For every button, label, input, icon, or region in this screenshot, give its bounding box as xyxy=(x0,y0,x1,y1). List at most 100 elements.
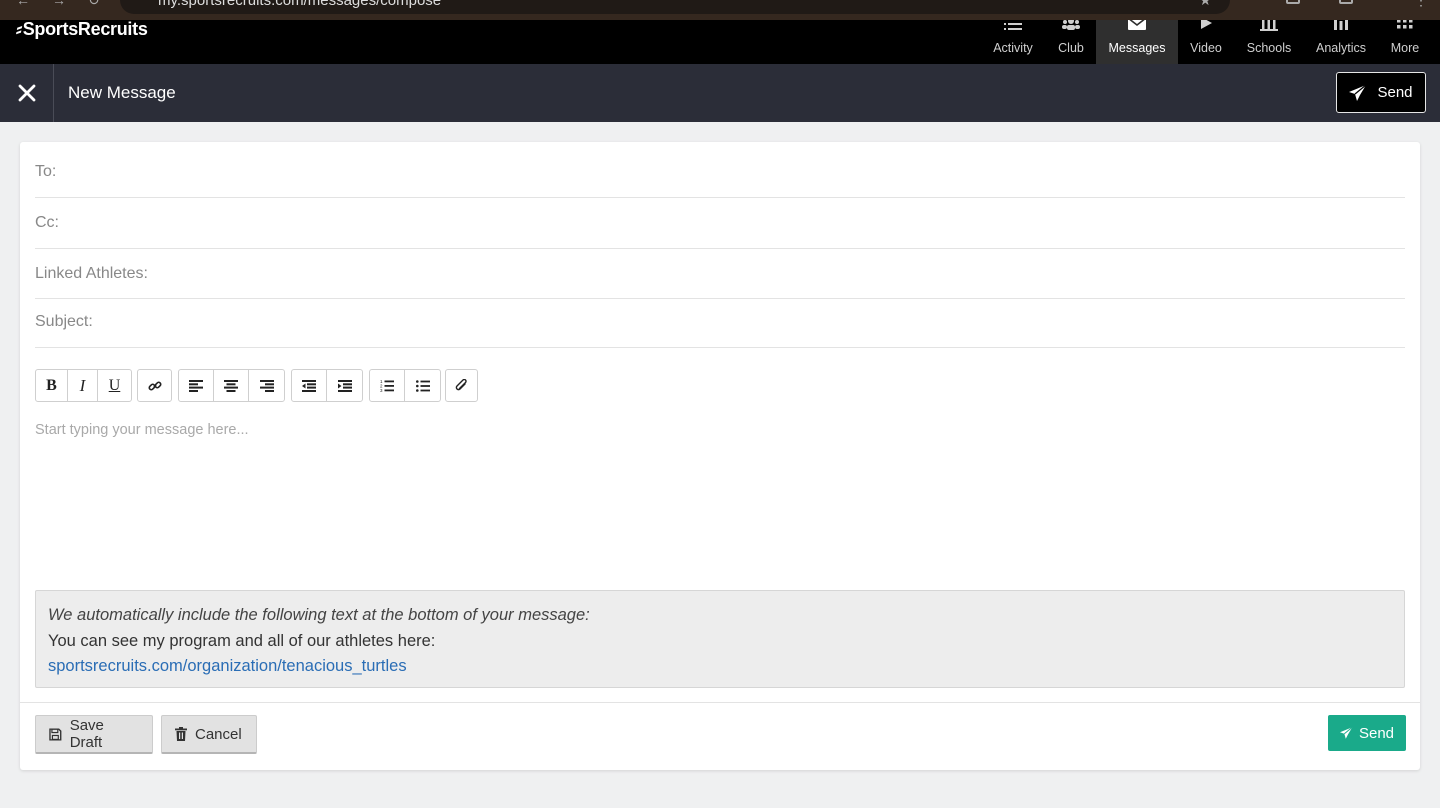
group-icon xyxy=(1050,18,1092,36)
paper-plane-icon xyxy=(1339,727,1353,739)
subject-field: Subject: xyxy=(35,299,1405,348)
attachment-group xyxy=(445,369,478,402)
send-button[interactable]: Send xyxy=(1328,715,1406,751)
nav-label: Analytics xyxy=(1315,41,1367,55)
page-title: New Message xyxy=(68,83,176,102)
ordered-list-button[interactable]: 123 xyxy=(370,370,405,401)
envelope-icon xyxy=(1096,17,1178,36)
nav-label: More xyxy=(1390,41,1420,55)
brand-logo[interactable]: ⸗SportsRecruits xyxy=(16,19,148,40)
browser-chrome: ← → ↻ my.sportsrecruits.com/messages/com… xyxy=(0,0,1440,20)
linked-athletes-field: Linked Athletes: xyxy=(35,249,1405,299)
nav-label: Schools xyxy=(1246,41,1292,55)
align-center-button[interactable] xyxy=(214,370,249,401)
save-draft-label: Save Draft xyxy=(69,717,104,751)
linked-athletes-input[interactable] xyxy=(165,262,1395,286)
message-body-editor[interactable]: Start typing your message here... xyxy=(35,422,1405,582)
forward-icon[interactable]: → xyxy=(52,0,66,8)
paperclip-icon xyxy=(455,378,467,390)
extension-icon[interactable] xyxy=(1286,0,1300,4)
outdent-button[interactable] xyxy=(292,370,327,401)
nav-item-video[interactable]: Video xyxy=(1182,17,1230,64)
compose-card: To: Cc: Linked Athletes: Subject: B I U xyxy=(20,142,1420,770)
nav-label: Club xyxy=(1058,41,1084,55)
nav-item-club[interactable]: Club xyxy=(1050,18,1092,64)
align-right-icon xyxy=(259,379,274,392)
italic-button[interactable]: I xyxy=(68,370,98,401)
cancel-button[interactable]: Cancel xyxy=(161,715,257,754)
indent-icon xyxy=(337,379,352,392)
to-input[interactable] xyxy=(75,160,1395,184)
floppy-disk-icon xyxy=(49,727,62,741)
bullet-list-icon xyxy=(415,379,430,392)
back-icon[interactable]: ← xyxy=(16,0,30,8)
nav-item-schools[interactable]: Schools xyxy=(1238,17,1300,64)
compose-header: New Message Send xyxy=(0,64,1440,122)
bullet-list-button[interactable] xyxy=(405,370,440,401)
indent-button[interactable] xyxy=(327,370,362,401)
building-icon xyxy=(1238,17,1300,36)
nav-item-analytics[interactable]: Analytics xyxy=(1308,18,1374,64)
underline-button[interactable]: U xyxy=(98,370,131,401)
nav-label: Activity xyxy=(993,41,1033,55)
subject-label: Subject: xyxy=(35,313,93,330)
attach-file-button[interactable] xyxy=(446,370,477,401)
bold-icon: B xyxy=(46,376,57,394)
italic-icon: I xyxy=(79,375,86,395)
align-right-button[interactable] xyxy=(249,370,284,401)
to-label: To: xyxy=(35,163,57,180)
insert-link-button[interactable] xyxy=(138,370,171,401)
save-draft-button[interactable]: Save Draft xyxy=(35,715,153,754)
paper-plane-icon xyxy=(1349,84,1367,101)
cc-input[interactable] xyxy=(75,211,1395,235)
linked-athletes-label: Linked Athletes: xyxy=(35,265,148,282)
ordered-list-icon: 123 xyxy=(380,379,394,392)
to-field: To: xyxy=(35,142,1405,198)
bar-chart-icon xyxy=(1308,18,1374,36)
indent-group xyxy=(291,369,363,402)
link-group xyxy=(137,369,172,402)
trash-icon xyxy=(175,727,187,741)
top-navigation: ⸗SportsRecruits Activity Club Messages V… xyxy=(0,17,1440,64)
send-label: Send xyxy=(1377,84,1413,101)
auto-signature-line: You can see my program and all of our at… xyxy=(48,631,436,650)
cancel-label: Cancel xyxy=(195,725,242,743)
nav-label: Video xyxy=(1190,41,1222,55)
nav-item-more[interactable]: More xyxy=(1384,19,1426,64)
svg-text:3: 3 xyxy=(380,388,383,392)
nav-item-activity[interactable]: Activity xyxy=(982,18,1044,64)
list-icon xyxy=(982,18,1044,36)
align-left-icon xyxy=(189,379,203,392)
text-style-group: B I U xyxy=(35,369,132,402)
play-icon xyxy=(1182,17,1230,36)
subject-input[interactable] xyxy=(107,310,1397,334)
bookmark-star-icon[interactable]: ★ xyxy=(1199,0,1212,9)
underline-icon: U xyxy=(108,376,121,394)
nav-item-messages[interactable]: Messages xyxy=(1096,17,1178,64)
align-left-button[interactable] xyxy=(179,370,214,401)
cc-label: Cc: xyxy=(35,214,59,231)
align-center-icon xyxy=(224,379,238,392)
url-text[interactable]: my.sportsrecruits.com/messages/compose xyxy=(158,0,441,9)
bold-button[interactable]: B xyxy=(36,370,68,401)
cc-field: Cc: xyxy=(35,198,1405,249)
menu-dots-icon[interactable]: ⋮ xyxy=(1414,0,1428,9)
tab-icon[interactable] xyxy=(1339,0,1353,4)
nav-label: Messages xyxy=(1108,41,1166,55)
editor-placeholder: Start typing your message here... xyxy=(35,422,249,438)
close-button[interactable] xyxy=(0,64,54,122)
list-group: 123 xyxy=(369,369,441,402)
align-group xyxy=(178,369,285,402)
outdent-icon xyxy=(302,379,316,392)
auto-signature-box: We automatically include the following t… xyxy=(35,590,1405,688)
reload-icon[interactable]: ↻ xyxy=(88,0,100,9)
brand-name: SportsRecruits xyxy=(22,19,148,39)
close-icon xyxy=(18,84,35,102)
divider xyxy=(20,702,1420,703)
header-send-button[interactable]: Send xyxy=(1336,72,1426,113)
link-icon xyxy=(147,380,162,391)
grid-icon xyxy=(1384,19,1426,36)
auto-signature-intro: We automatically include the following t… xyxy=(48,606,590,624)
logo-mark-icon: ⸗ xyxy=(16,19,22,39)
organization-link[interactable]: sportsrecruits.com/organization/tenaciou… xyxy=(48,657,407,675)
